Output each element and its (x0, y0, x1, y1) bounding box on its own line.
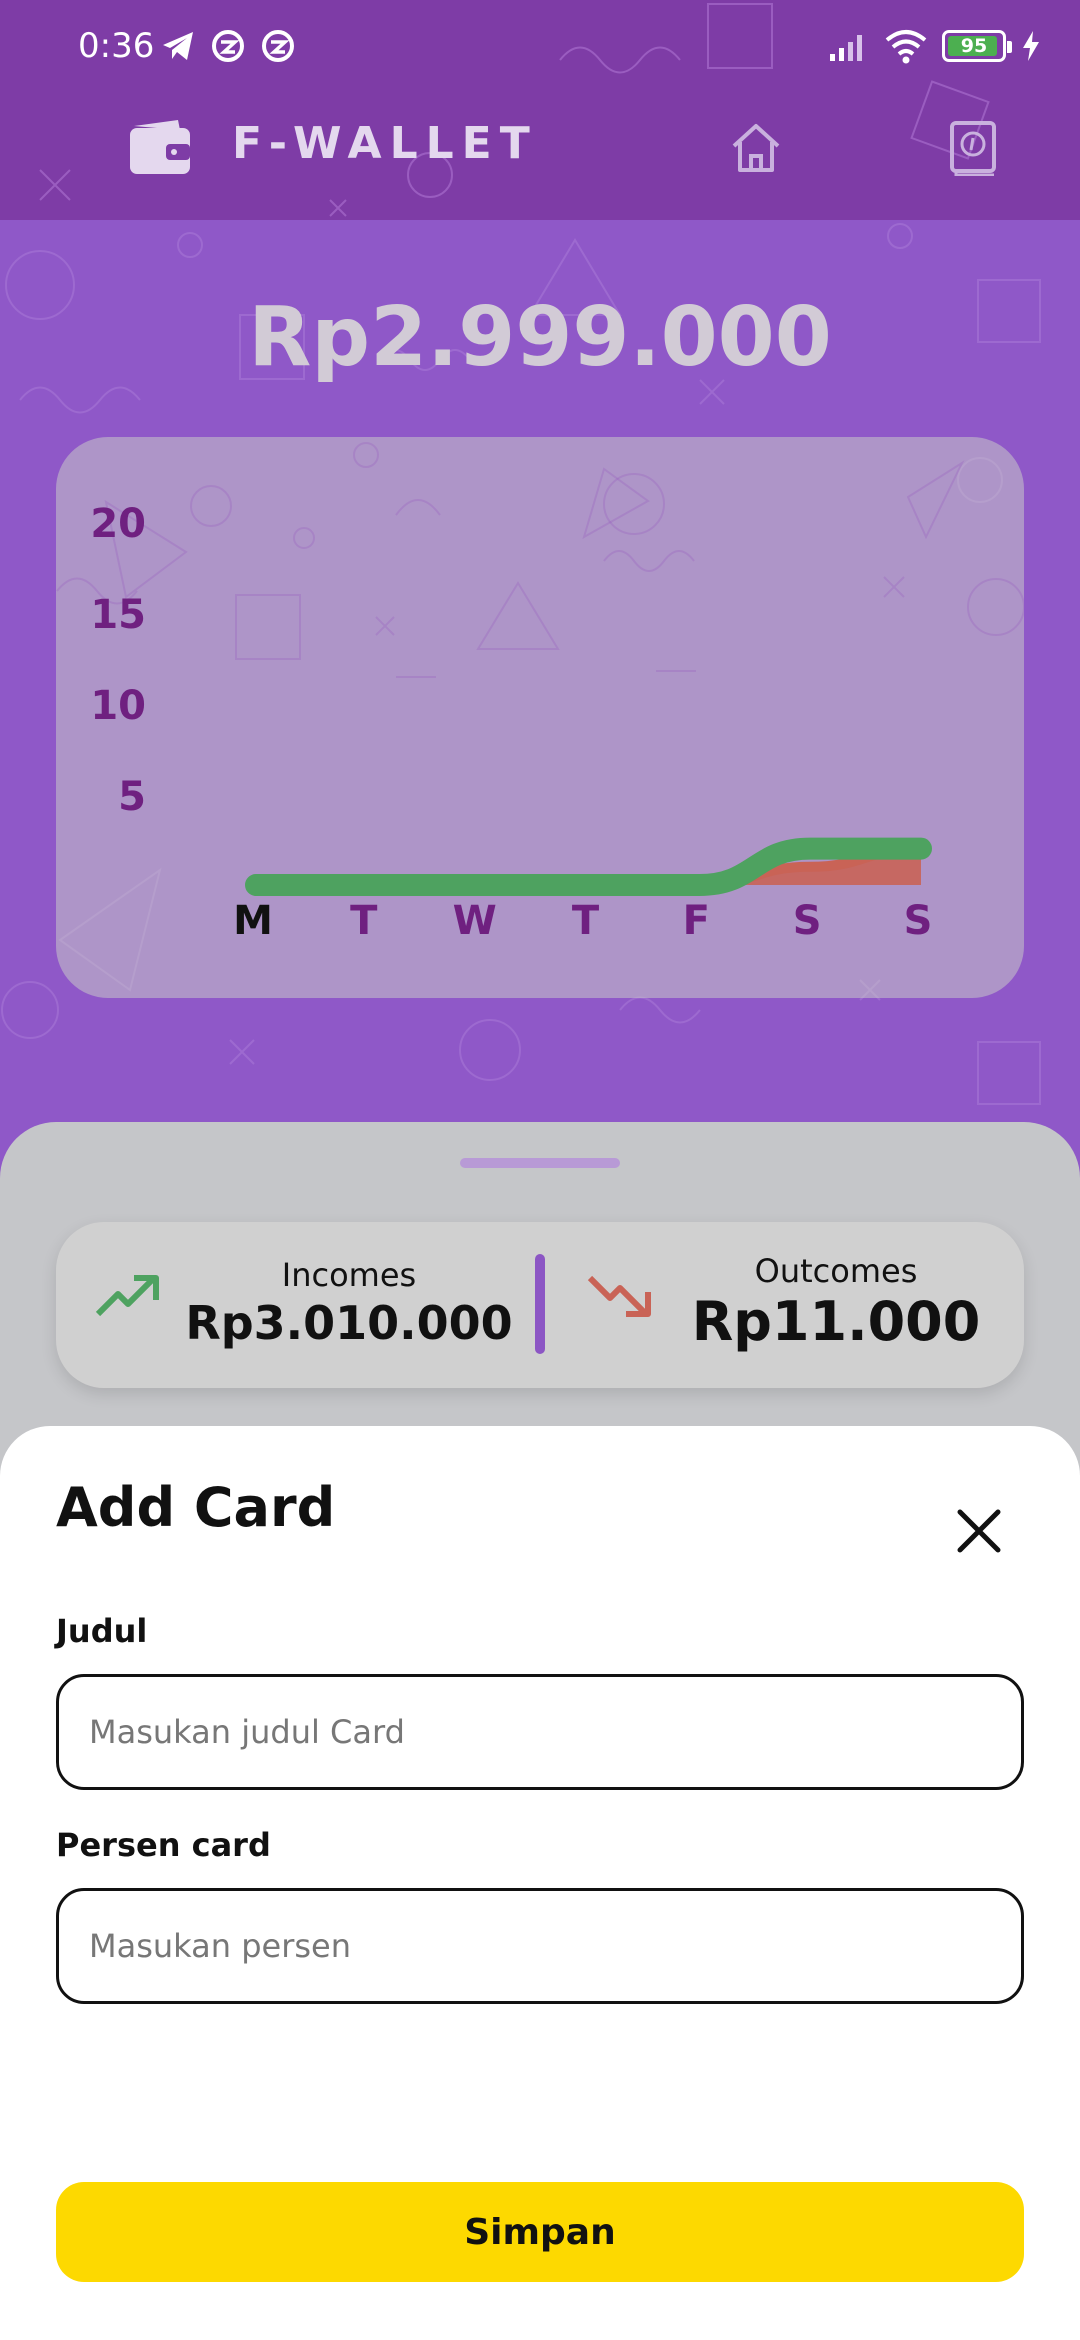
income-outcome-summary: Incomes Rp3.010.000 Outcomes Rp11.000 (56, 1222, 1024, 1388)
summary-divider (535, 1254, 545, 1354)
weekly-chart-svg: 20 15 10 5 M T W T F S S (56, 442, 1024, 944)
outcomes-label: Outcomes (754, 1252, 918, 1290)
persen-card-label: Persen card (56, 1826, 271, 1864)
simpan-button[interactable]: Simpan (56, 2182, 1024, 2282)
wifi-icon (885, 30, 927, 64)
add-card-title: Add Card (56, 1476, 336, 1539)
x-tick-label: W (453, 898, 497, 944)
chart-pattern (56, 442, 1024, 678)
signal-icon (830, 35, 862, 61)
wallet-icon (130, 120, 190, 174)
app-brand-name: F-WALLET (232, 118, 538, 169)
incomes-label: Incomes (281, 1256, 417, 1294)
y-tick-label: 10 (90, 683, 146, 729)
judul-input[interactable] (56, 1674, 1024, 1790)
add-card-sheet: Add Card Judul Persen card Simpan (0, 1426, 1080, 2340)
judul-label: Judul (56, 1612, 148, 1650)
x-tick-label: F (683, 898, 710, 944)
x-tick-label: S (793, 898, 822, 944)
drag-handle[interactable] (460, 1158, 620, 1168)
weekly-chart: 20 15 10 5 M T W T F S S (56, 437, 1024, 998)
charging-icon (1023, 31, 1039, 61)
trending-down-icon (587, 1275, 651, 1317)
total-balance: Rp2.999.000 (248, 290, 832, 385)
app-header: 0:36 95 F-WALLET (0, 0, 1080, 220)
x-tick-label: S (904, 898, 933, 944)
x-tick-label: M (233, 898, 273, 944)
y-tick-label: 20 (90, 501, 146, 547)
telegram-icon (163, 32, 193, 60)
y-tick-label: 15 (90, 592, 146, 638)
outcomes-value: Rp11.000 (691, 1290, 981, 1353)
x-tick-label: T (572, 898, 600, 944)
persen-input[interactable] (56, 1888, 1024, 2004)
home-icon[interactable] (728, 120, 784, 174)
battery-icon: 95 (942, 30, 1012, 62)
battery-level-text: 95 (960, 35, 988, 57)
x-tick-label: T (350, 898, 378, 944)
chart-x-ticks: MTWTFSS (233, 898, 932, 944)
status-icons-right: 95 (828, 28, 1042, 64)
status-time: 0:36 (78, 26, 155, 66)
book-icon[interactable] (948, 120, 998, 176)
app-icon (212, 30, 244, 62)
chart-series (245, 837, 932, 896)
app-icon (262, 30, 294, 62)
close-icon[interactable] (954, 1506, 1004, 1556)
status-icons-left (160, 28, 296, 64)
y-tick-label: 5 (118, 774, 146, 820)
trending-up-icon (95, 1275, 159, 1317)
incomes-value: Rp3.010.000 (185, 1296, 513, 1350)
chart-y-ticks: 20 15 10 5 (90, 501, 146, 820)
